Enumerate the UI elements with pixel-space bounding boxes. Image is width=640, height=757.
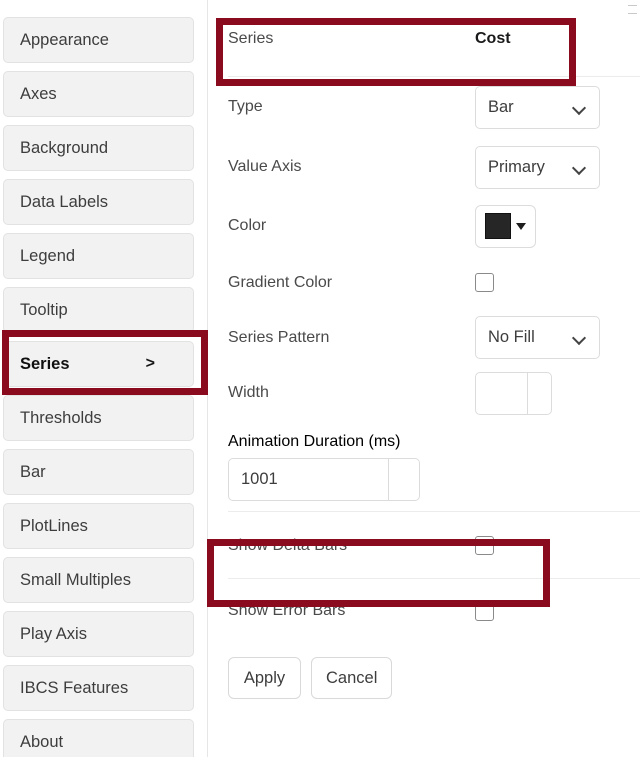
series-selected-name: Cost bbox=[475, 30, 511, 48]
color-label: Color bbox=[228, 217, 266, 235]
corner-mark-icon bbox=[628, 5, 637, 6]
value-axis-row: Value Axis Primary bbox=[208, 137, 640, 197]
sidebar-item-label: About bbox=[20, 733, 63, 752]
sidebar-item-tooltip[interactable]: Tooltip bbox=[3, 287, 194, 333]
action-button-row: Apply Cancel bbox=[208, 643, 640, 699]
series-pattern-select-value: No Fill bbox=[488, 328, 535, 347]
sidebar-item-legend[interactable]: Legend bbox=[3, 233, 194, 279]
chevron-down-icon bbox=[573, 333, 587, 342]
sidebar-item-thresholds[interactable]: Thresholds bbox=[3, 395, 194, 441]
width-control bbox=[475, 372, 552, 415]
animation-duration-row: Animation Duration (ms) 1001 bbox=[208, 421, 640, 512]
width-stepper[interactable] bbox=[475, 372, 552, 415]
value-axis-select[interactable]: Primary bbox=[475, 146, 600, 189]
show-delta-bars-row: Show Delta Bars bbox=[208, 512, 640, 579]
series-header-value-wrap: Cost bbox=[475, 30, 511, 48]
sidebar-item-label: Appearance bbox=[20, 31, 109, 50]
show-delta-bars-checkbox[interactable] bbox=[475, 536, 494, 555]
type-label: Type bbox=[228, 98, 263, 116]
series-header-label: Series bbox=[228, 30, 273, 48]
sidebar-item-ibcs-features[interactable]: IBCS Features bbox=[3, 665, 194, 711]
animation-duration-label: Animation Duration (ms) bbox=[228, 433, 640, 451]
sidebar-item-label: Series bbox=[20, 355, 70, 374]
sidebar-item-label: Thresholds bbox=[20, 409, 102, 428]
sidebar-item-bar[interactable]: Bar bbox=[3, 449, 194, 495]
gradient-color-row: Gradient Color bbox=[208, 255, 640, 310]
show-error-bars-checkbox[interactable] bbox=[475, 602, 494, 621]
chevron-down-icon bbox=[573, 163, 587, 172]
sidebar-item-label: Data Labels bbox=[20, 193, 108, 212]
value-axis-control: Primary bbox=[475, 146, 600, 189]
value-axis-select-value: Primary bbox=[488, 158, 545, 177]
width-input[interactable] bbox=[476, 373, 528, 414]
sidebar-item-small-multiples[interactable]: Small Multiples bbox=[3, 557, 194, 603]
show-error-bars-control bbox=[475, 602, 494, 621]
sidebar-item-label: Background bbox=[20, 139, 108, 158]
series-pattern-row: Series Pattern No Fill bbox=[208, 310, 640, 365]
animation-duration-stepper-buttons[interactable] bbox=[389, 459, 419, 500]
sidebar-item-label: Legend bbox=[20, 247, 75, 266]
width-label: Width bbox=[228, 384, 269, 402]
sidebar-item-play-axis[interactable]: Play Axis bbox=[3, 611, 194, 657]
width-row: Width bbox=[208, 365, 640, 421]
sidebar-item-plotlines[interactable]: PlotLines bbox=[3, 503, 194, 549]
apply-button[interactable]: Apply bbox=[228, 657, 301, 699]
series-header-row: Series Cost bbox=[208, 0, 640, 77]
corner-mark-icon bbox=[628, 13, 637, 14]
sidebar-item-about[interactable]: About bbox=[3, 719, 194, 757]
color-swatch bbox=[485, 213, 511, 239]
animation-duration-input[interactable]: 1001 bbox=[229, 459, 389, 500]
sidebar-item-appearance[interactable]: Appearance bbox=[3, 17, 194, 63]
sidebar-item-label: Tooltip bbox=[20, 301, 68, 320]
sidebar-item-data-labels[interactable]: Data Labels bbox=[3, 179, 194, 225]
color-control bbox=[475, 205, 536, 248]
sidebar-item-label: IBCS Features bbox=[20, 679, 128, 698]
settings-panel-window: Appearance Axes Background Data Labels L… bbox=[0, 0, 640, 757]
sidebar-item-label: Play Axis bbox=[20, 625, 87, 644]
sidebar-item-background[interactable]: Background bbox=[3, 125, 194, 171]
sidebar-item-axes[interactable]: Axes bbox=[3, 71, 194, 117]
gradient-color-label: Gradient Color bbox=[228, 274, 332, 292]
type-control: Bar bbox=[475, 86, 600, 129]
caret-down-icon bbox=[516, 223, 526, 230]
color-picker-button[interactable] bbox=[475, 205, 536, 248]
sidebar-item-label: Axes bbox=[20, 85, 57, 104]
show-delta-bars-control bbox=[475, 536, 494, 555]
chevron-right-icon: > bbox=[146, 355, 177, 373]
gradient-color-checkbox[interactable] bbox=[475, 273, 494, 292]
series-settings-panel: Series Cost Type Bar Value Axis Primary bbox=[208, 0, 640, 757]
series-pattern-select[interactable]: No Fill bbox=[475, 316, 600, 359]
show-error-bars-label: Show Error Bars bbox=[228, 602, 345, 620]
gradient-color-control bbox=[475, 273, 494, 292]
sidebar-item-label: Small Multiples bbox=[20, 571, 131, 590]
type-select[interactable]: Bar bbox=[475, 86, 600, 129]
type-select-value: Bar bbox=[488, 98, 514, 117]
color-row: Color bbox=[208, 197, 640, 255]
sidebar-item-series[interactable]: Series > bbox=[3, 341, 194, 387]
show-delta-bars-label: Show Delta Bars bbox=[228, 537, 347, 555]
animation-duration-stepper[interactable]: 1001 bbox=[228, 458, 420, 501]
value-axis-label: Value Axis bbox=[228, 158, 302, 176]
show-error-bars-row: Show Error Bars bbox=[208, 579, 640, 643]
type-row: Type Bar bbox=[208, 77, 640, 137]
chevron-down-icon bbox=[573, 103, 587, 112]
width-stepper-buttons[interactable] bbox=[528, 373, 551, 414]
cancel-button[interactable]: Cancel bbox=[311, 657, 392, 699]
settings-sidebar: Appearance Axes Background Data Labels L… bbox=[0, 0, 197, 757]
sidebar-item-label: PlotLines bbox=[20, 517, 88, 536]
series-pattern-label: Series Pattern bbox=[228, 329, 329, 347]
sidebar-item-label: Bar bbox=[20, 463, 46, 482]
series-pattern-control: No Fill bbox=[475, 316, 600, 359]
